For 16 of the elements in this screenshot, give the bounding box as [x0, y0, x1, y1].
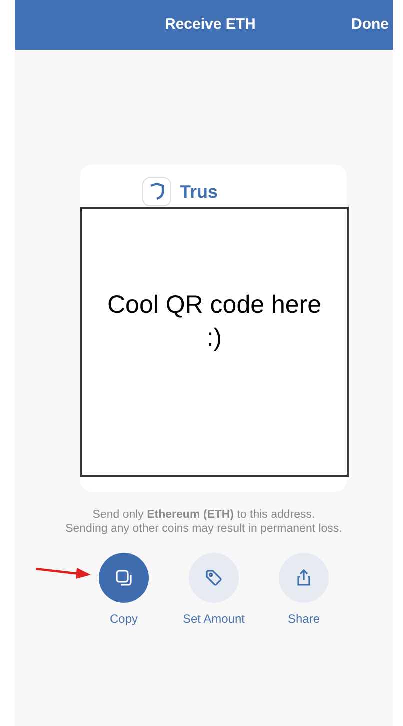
warning-text: Send only Ethereum (ETH) to this address. — [92, 508, 316, 522]
action-label: Share — [288, 611, 320, 628]
action-label: Set Amount — [182, 611, 246, 628]
pointer-arrow — [35, 566, 92, 580]
tag-icon — [204, 568, 224, 588]
copy-icon — [114, 568, 134, 588]
tag-action[interactable]: Set Amount — [174, 553, 254, 628]
action-label: Copy — [110, 611, 138, 628]
placeholder-note: Cool QR code here :) — [80, 207, 349, 477]
copy-action[interactable]: Copy — [84, 553, 164, 628]
brand-name: Trus — [180, 180, 218, 204]
warning-text: Sending any other coins may result in permanent loss. — [66, 522, 342, 536]
done-button[interactable]: Done — [352, 14, 389, 36]
share-action[interactable]: Share — [264, 553, 344, 628]
shield-logo-icon — [142, 177, 172, 207]
screen-title: Receive ETH — [165, 14, 256, 35]
